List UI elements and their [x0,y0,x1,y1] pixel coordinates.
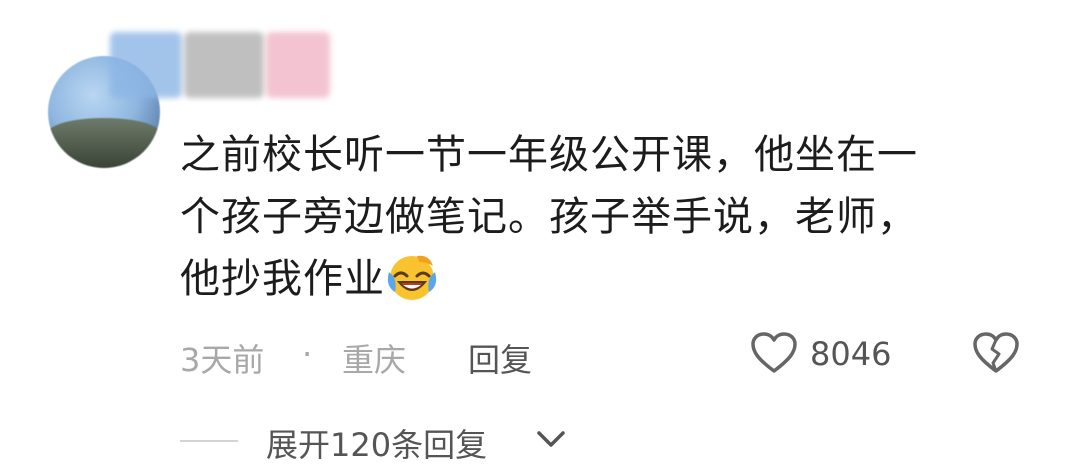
comment-line: 个孩子旁边做笔记。孩子举手说，老师， [180,194,918,240]
like-count: 8046 [810,335,892,373]
avatar-image-ground [48,117,160,168]
username-blur-block [110,32,182,98]
divider-line [180,440,238,442]
expand-replies-button[interactable]: 展开120条回复 [180,416,600,466]
reply-button[interactable]: 回复 [468,335,532,381]
comment-meta: 3天前 · 重庆 回复 8046 [180,327,1030,381]
username-blur-block [184,32,264,98]
comment-line: 之前校长听一节一年级公开课，他坐在一 [180,132,918,178]
chevron-down-icon [537,431,565,447]
location: 重庆 [342,341,407,379]
heart-outline-icon[interactable] [750,331,798,375]
comment-text: 之前校长听一节一年级公开课，他坐在一 个孩子旁边做笔记。孩子举手说，老师， 他抄… [180,124,1000,310]
username-redacted [110,32,340,102]
separator-dot: · [302,335,313,373]
comment-line: 他抄我作业 [180,248,1000,310]
timestamp: 3天前 [180,341,265,379]
username-blur-block [266,32,330,98]
expand-replies-label: 展开120条回复 [266,426,488,464]
comment-line-text: 他抄我作业 [180,256,385,302]
laughing-crying-emoji-icon [387,255,437,300]
broken-heart-icon[interactable] [972,331,1020,375]
